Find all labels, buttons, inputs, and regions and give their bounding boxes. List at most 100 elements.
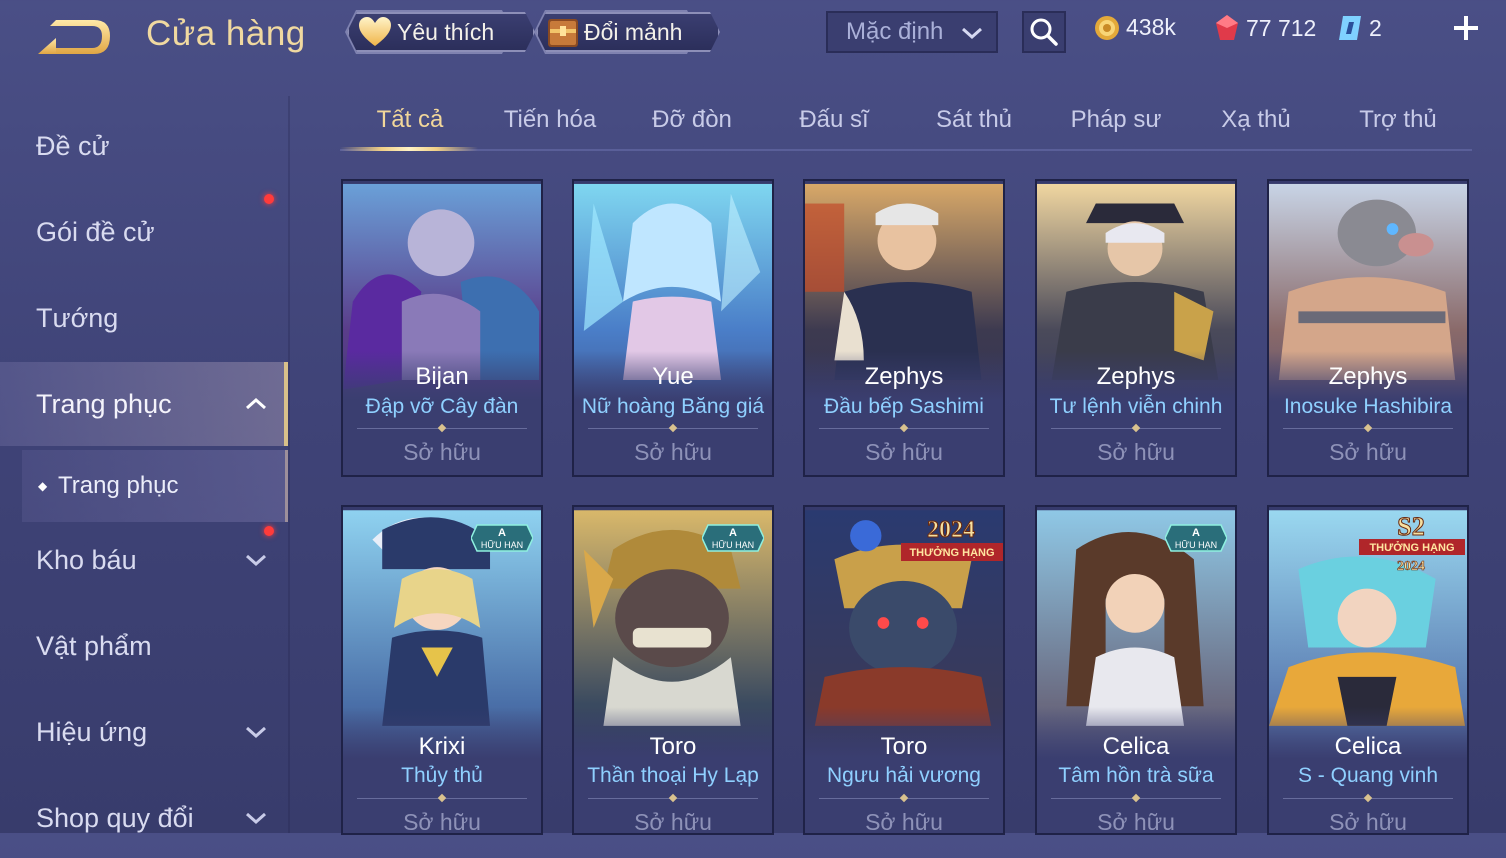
top-bar: Cửa hàng Yêu thích Đổi mảnh Mặc định 438…: [0, 0, 1506, 80]
owned-status: Sở hữu: [865, 809, 943, 835]
sidebar-item-recommended[interactable]: Đề cử: [0, 106, 288, 186]
tab-support[interactable]: Trợ thủ: [1328, 106, 1468, 134]
sidebar-item-label: Đề cử: [36, 130, 110, 161]
skin-card[interactable]: A HỮU HẠN Toro Thần thoại Hy Lạp Sở hữu: [572, 505, 774, 835]
sort-value: Mặc định: [846, 18, 944, 45]
tab-mage[interactable]: Pháp sư: [1046, 106, 1186, 134]
rank-badge-year: 2024: [927, 517, 975, 543]
hero-name: Yue: [652, 363, 694, 390]
plus-icon: [1454, 16, 1478, 40]
notification-dot: [264, 526, 274, 536]
sidebar-item-exchange-shop[interactable]: Shop quy đổi: [0, 778, 288, 858]
skin-card[interactable]: Zephys Đầu bếp Sashimi Sở hữu: [803, 179, 1005, 477]
owned-status: Sở hữu: [1097, 809, 1175, 835]
skin-name: Ngưu hải vương: [827, 764, 981, 787]
limited-badge: A HỮU HẠN: [471, 524, 533, 552]
chevron-down-icon: [246, 726, 266, 739]
back-arrow-icon: [38, 20, 110, 54]
owned-status: Sở hữu: [403, 809, 481, 835]
add-currency-button[interactable]: [1450, 12, 1482, 44]
favorite-button[interactable]: Yêu thích: [347, 12, 535, 52]
limited-badge-grade: A: [1192, 527, 1200, 539]
skin-card[interactable]: Zephys Tư lệnh viễn chinh Sở hữu: [1035, 179, 1237, 477]
skin-name: Nữ hoàng Băng giá: [581, 395, 765, 418]
limited-badge: A HỮU HẠN: [1165, 524, 1227, 552]
skin-card[interactable]: Bijan Đập vỡ Cây đàn Sở hữu: [341, 179, 543, 477]
fragment-label: Đổi mảnh: [584, 18, 683, 45]
back-button[interactable]: [34, 14, 116, 62]
skin-name: Tư lệnh viễn chinh: [1049, 395, 1223, 418]
sidebar-item-heroes[interactable]: Tướng: [0, 278, 288, 358]
tab-tank[interactable]: Đỡ đòn: [622, 106, 762, 134]
skin-card[interactable]: Yue Nữ hoàng Băng giá Sở hữu: [572, 179, 774, 477]
rank-badge-year: 2024: [1397, 559, 1425, 573]
sidebar-item-bundles[interactable]: Gói đề cử: [0, 192, 288, 272]
sidebar-item-label: Trang phục: [36, 388, 172, 419]
hero-name: Zephys: [1096, 363, 1176, 390]
favorite-label: Yêu thích: [397, 18, 495, 45]
search-button[interactable]: [1022, 11, 1066, 53]
owned-status: Sở hữu: [1329, 809, 1407, 835]
sidebar-item-skins[interactable]: Trang phục: [0, 362, 288, 446]
sidebar-item-effects[interactable]: Hiệu ứng: [0, 692, 288, 772]
notification-dot: [264, 194, 274, 204]
sidebar-item-label: Tướng: [36, 302, 119, 333]
tab-all[interactable]: Tất cả: [340, 106, 480, 134]
tab-assassin[interactable]: Sát thủ: [904, 106, 1044, 134]
sidebar-item-label: Hiệu ứng: [36, 716, 148, 747]
skin-card[interactable]: S2 THƯỞNG HẠNG 2024 Celica S - Quang vin…: [1267, 505, 1469, 835]
search-icon: [1030, 18, 1058, 46]
skin-name: Inosuke Hashibira: [1283, 395, 1453, 418]
skin-card[interactable]: A HỮU HẠN Krixi Thủy thủ Sở hữu: [341, 505, 543, 835]
skin-card[interactable]: 2024 THƯỞNG HẠNG Toro Ngưu hải vương Sở …: [803, 505, 1005, 835]
hero-name: Zephys: [1328, 363, 1408, 390]
sidebar-item-label: Vật phẩm: [36, 630, 152, 661]
diamond-bullet-icon: ◆: [38, 479, 48, 493]
sidebar: Đề cử Gói đề cử Tướng Trang phục ◆ Trang…: [0, 96, 290, 833]
sort-dropdown[interactable]: Mặc định: [826, 11, 998, 53]
sidebar-item-treasure[interactable]: Kho báu: [0, 520, 288, 600]
sidebar-subitem-skins[interactable]: ◆ Trang phục: [22, 450, 288, 522]
red-gem-icon: [1216, 15, 1238, 40]
skin-name: Thần thoại Hy Lạp: [587, 764, 759, 787]
skin-name: Tâm hồn trà sữa: [1058, 764, 1214, 787]
chest-icon: [546, 15, 580, 49]
voucher-amount: 2: [1369, 14, 1382, 41]
skin-card[interactable]: Zephys Inosuke Hashibira Sở hữu: [1267, 179, 1469, 477]
skin-name: Đập vỡ Cây đàn: [365, 395, 519, 418]
category-tabs: Tất cả Tiến hóa Đỡ đòn Đấu sĩ Sát thủ Ph…: [340, 96, 1472, 152]
sidebar-item-label: Trang phục: [58, 472, 179, 499]
hero-name: Celica: [1334, 733, 1402, 760]
rank-badge-season: S2: [1397, 512, 1424, 541]
gold-amount: 438k: [1126, 14, 1176, 40]
sidebar-item-label: Gói đề cử: [36, 216, 155, 247]
fragment-exchange-button[interactable]: Đổi mảnh: [536, 12, 720, 52]
tab-marksman[interactable]: Xạ thủ: [1186, 106, 1326, 134]
hero-name: Toro: [880, 733, 928, 760]
heart-icon: [357, 16, 393, 48]
skin-name: S - Quang vinh: [1297, 764, 1439, 787]
skin-card[interactable]: A HỮU HẠN Celica Tâm hồn trà sữa Sở hữu: [1035, 505, 1237, 835]
skin-name: Thủy thủ: [401, 764, 483, 787]
rank-reward-badge: S2 THƯỞNG HẠNG 2024: [1359, 512, 1465, 573]
owned-status: Sở hữu: [634, 809, 712, 835]
hero-name: Krixi: [418, 733, 466, 760]
gem-amount: 77 712: [1246, 14, 1317, 41]
sidebar-item-items[interactable]: Vật phẩm: [0, 606, 288, 686]
gem-balance: 77 712: [1214, 14, 1316, 42]
owned-status: Sở hữu: [403, 439, 481, 465]
page-title: Cửa hàng: [146, 14, 306, 53]
hero-name: Zephys: [864, 363, 944, 390]
tab-evolution[interactable]: Tiến hóa: [480, 106, 620, 134]
gold-balance: 438k: [1094, 14, 1176, 41]
owned-status: Sở hữu: [634, 439, 712, 465]
tab-fighter[interactable]: Đấu sĩ: [764, 106, 904, 134]
chevron-up-icon: [246, 397, 266, 410]
limited-badge: A HỮU HẠN: [702, 524, 764, 552]
skin-name: Đầu bếp Sashimi: [824, 395, 984, 418]
hero-name: Bijan: [415, 363, 469, 390]
hero-name: Toro: [649, 733, 697, 760]
rank-badge-text: THƯỞNG HẠNG: [1369, 541, 1454, 554]
chevron-down-icon: [246, 812, 266, 825]
chevron-down-icon: [962, 27, 982, 40]
